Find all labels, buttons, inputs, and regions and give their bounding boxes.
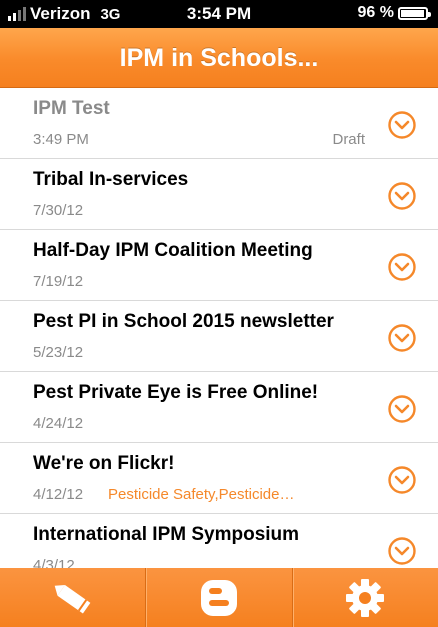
posts-list[interactable]: IPM Test 3:49 PM Draft Tribal In-services 7/… [0, 88, 438, 568]
navigation-bar: IPM in Schools... [0, 28, 438, 88]
settings-button[interactable] [291, 568, 438, 627]
status-bar: Verizon 3G 3:54 PM 96 % [0, 0, 438, 28]
battery-percent: 96 % [357, 4, 394, 21]
post-date: 5/23/12 [33, 344, 84, 361]
post-title: IPM Test [33, 98, 110, 119]
post-list-item[interactable]: Tribal In-services 7/30/12 [0, 159, 438, 230]
bottom-toolbar [0, 568, 438, 627]
post-title: Tribal In-services [33, 169, 189, 190]
post-title: We're on Flickr! [33, 453, 175, 474]
chevron-down-icon[interactable] [388, 253, 416, 281]
post-title: Half-Day IPM Coalition Meeting [33, 240, 313, 261]
post-title: International IPM Symposium [33, 524, 300, 545]
chevron-down-icon[interactable] [388, 395, 416, 423]
chevron-down-icon[interactable] [388, 466, 416, 494]
post-date: 4/24/12 [33, 415, 84, 432]
post-tags: Pesticide Safety,Pesticide… [108, 486, 295, 503]
post-date: 4/12/12 [33, 486, 84, 503]
post-list-item[interactable]: Pest Private Eye is Free Online! 4/24/12 [0, 372, 438, 443]
gear-icon [346, 578, 385, 617]
post-title: Pest Private Eye is Free Online! [33, 382, 319, 403]
new-post-button[interactable] [0, 568, 145, 627]
post-list-item[interactable]: Pest PI in School 2015 newsletter 5/23/12 [0, 301, 438, 372]
status-right: 96 % [357, 4, 431, 22]
post-date: 7/30/12 [33, 202, 84, 219]
post-status: Draft [332, 131, 365, 148]
chevron-down-icon[interactable] [388, 182, 416, 210]
post-list-item[interactable]: Half-Day IPM Coalition Meeting 7/19/12 [0, 230, 438, 301]
post-list-item[interactable]: International IPM Symposium 4/3/12 [0, 514, 438, 568]
blogger-icon [200, 579, 237, 616]
post-list-item[interactable]: IPM Test 3:49 PM Draft [0, 88, 438, 159]
post-list-item[interactable]: We're on Flickr! 4/12/12 Pesticide Safety,… [0, 443, 438, 514]
battery-icon [398, 6, 431, 20]
chevron-down-icon[interactable] [388, 537, 416, 565]
chevron-down-icon[interactable] [388, 111, 416, 139]
post-date: 7/19/12 [33, 273, 84, 290]
post-date: 3:49 PM [33, 131, 89, 148]
post-title: Pest PI in School 2015 newsletter [33, 311, 334, 332]
post-date: 4/3/12 [33, 557, 75, 568]
blog-button[interactable] [145, 568, 291, 627]
chevron-down-icon[interactable] [388, 324, 416, 352]
pencil-icon [54, 584, 91, 613]
page-title: IPM in Schools... [119, 44, 319, 72]
